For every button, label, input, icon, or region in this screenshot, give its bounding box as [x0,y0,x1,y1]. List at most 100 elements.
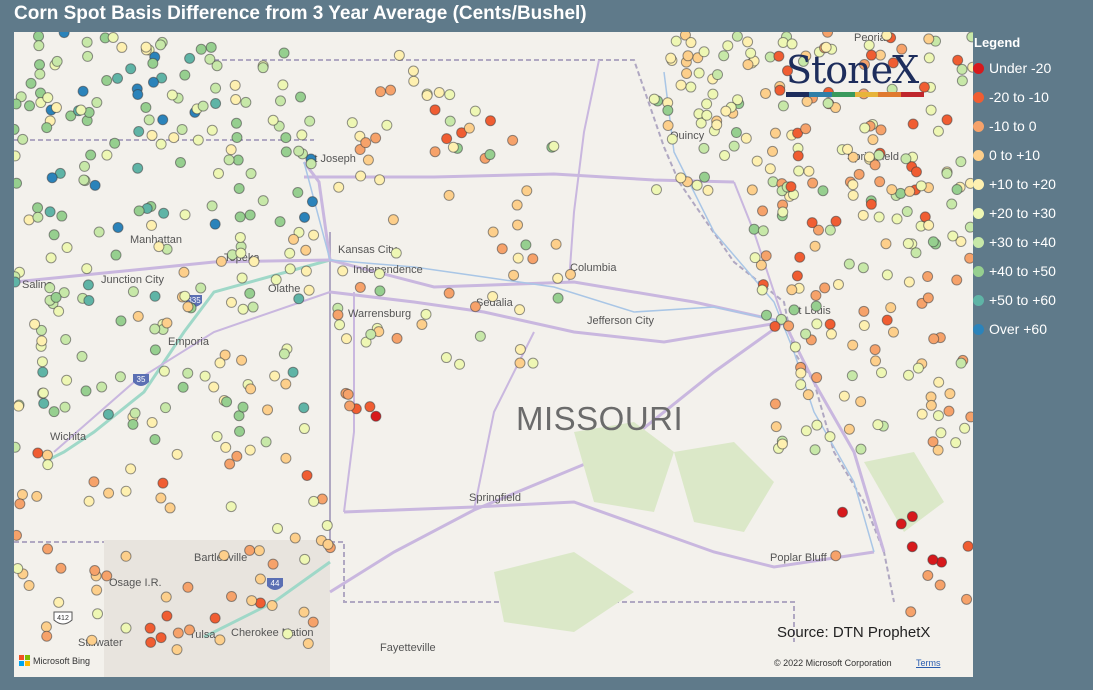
elevator-point[interactable] [858,320,870,332]
elevator-point[interactable] [232,154,244,166]
elevator-point[interactable] [915,180,927,192]
elevator-point[interactable] [859,122,871,134]
elevator-point[interactable] [48,229,60,241]
elevator-point[interactable] [14,276,21,288]
elevator-point[interactable] [875,124,887,136]
elevator-point[interactable] [777,100,789,112]
elevator-point[interactable] [96,381,108,393]
elevator-point[interactable] [149,290,161,302]
elevator-point[interactable] [272,522,284,534]
elevator-point[interactable] [819,282,831,294]
elevator-point[interactable] [922,569,934,581]
elevator-point[interactable] [161,317,173,329]
elevator-point[interactable] [334,319,346,331]
elevator-point[interactable] [484,149,496,161]
elevator-point[interactable] [803,165,815,177]
elevator-point[interactable] [760,87,772,99]
elevator-point[interactable] [164,502,176,514]
elevator-point[interactable] [521,185,533,197]
elevator-point[interactable] [284,263,296,275]
elevator-point[interactable] [29,318,41,330]
elevator-point[interactable] [469,105,481,117]
elevator-point[interactable] [280,132,292,144]
elevator-point[interactable] [34,68,46,80]
elevator-point[interactable] [791,270,803,282]
elevator-point[interactable] [133,126,145,138]
elevator-point[interactable] [374,285,386,297]
elevator-point[interactable] [774,84,786,96]
elevator-point[interactable] [155,632,167,644]
elevator-point[interactable] [42,92,54,104]
elevator-point[interactable] [514,304,526,316]
elevator-point[interactable] [182,581,194,593]
elevator-point[interactable] [910,247,922,259]
elevator-point[interactable] [14,498,26,510]
elevator-point[interactable] [429,146,441,158]
elevator-point[interactable] [863,151,875,163]
elevator-point[interactable] [728,140,740,152]
elevator-point[interactable] [857,209,869,221]
elevator-point[interactable] [44,206,56,218]
elevator-point[interactable] [809,444,821,456]
elevator-point[interactable] [80,385,92,397]
elevator-point[interactable] [155,492,167,504]
elevator-point[interactable] [932,410,944,422]
elevator-point[interactable] [206,200,218,212]
elevator-point[interactable] [157,114,169,126]
elevator-point[interactable] [842,143,854,155]
elevator-point[interactable] [416,318,428,330]
elevator-point[interactable] [916,408,928,420]
elevator-point[interactable] [869,344,881,356]
elevator-point[interactable] [53,305,65,317]
elevator-point[interactable] [838,390,850,402]
elevator-point[interactable] [262,404,274,416]
elevator-point[interactable] [82,279,94,291]
elevator-point[interactable] [941,114,953,126]
elevator-point[interactable] [847,189,859,201]
elevator-point[interactable] [786,284,798,296]
elevator-point[interactable] [776,438,788,450]
elevator-point[interactable] [25,77,37,89]
elevator-point[interactable] [125,63,137,75]
elevator-point[interactable] [254,573,266,585]
elevator-point[interactable] [31,490,43,502]
elevator-point[interactable] [158,207,170,219]
elevator-point[interactable] [800,123,812,135]
elevator-point[interactable] [116,41,128,53]
elevator-point[interactable] [792,150,804,162]
elevator-point[interactable] [964,177,973,189]
elevator-point[interactable] [767,176,779,188]
elevator-point[interactable] [215,255,227,267]
elevator-point[interactable] [199,370,211,382]
elevator-point[interactable] [284,247,296,259]
elevator-point[interactable] [267,114,279,126]
elevator-point[interactable] [832,278,844,290]
elevator-point[interactable] [722,40,734,52]
elevator-point[interactable] [682,50,694,62]
elevator-point[interactable] [308,229,320,241]
elevator-point[interactable] [14,529,22,541]
legend-item[interactable]: Under -20 [973,60,1051,76]
legend-item[interactable]: -20 to -10 [973,89,1049,105]
elevator-point[interactable] [295,91,307,103]
elevator-point[interactable] [846,370,858,382]
elevator-point[interactable] [809,240,821,252]
elevator-point[interactable] [55,562,67,574]
elevator-point[interactable] [86,634,98,646]
elevator-point[interactable] [867,134,879,146]
elevator-point[interactable] [77,85,89,97]
elevator-point[interactable] [514,357,526,369]
elevator-point[interactable] [925,104,937,116]
elevator-point[interactable] [463,122,475,134]
elevator-point[interactable] [244,287,256,299]
elevator-point[interactable] [146,219,158,231]
elevator-point[interactable] [101,570,113,582]
elevator-point[interactable] [109,137,121,149]
elevator-point[interactable] [299,553,311,565]
elevator-point[interactable] [306,196,318,208]
elevator-point[interactable] [527,253,539,265]
elevator-point[interactable] [928,333,940,345]
elevator-point[interactable] [171,448,183,460]
elevator-point[interactable] [174,156,186,168]
elevator-point[interactable] [51,55,63,67]
